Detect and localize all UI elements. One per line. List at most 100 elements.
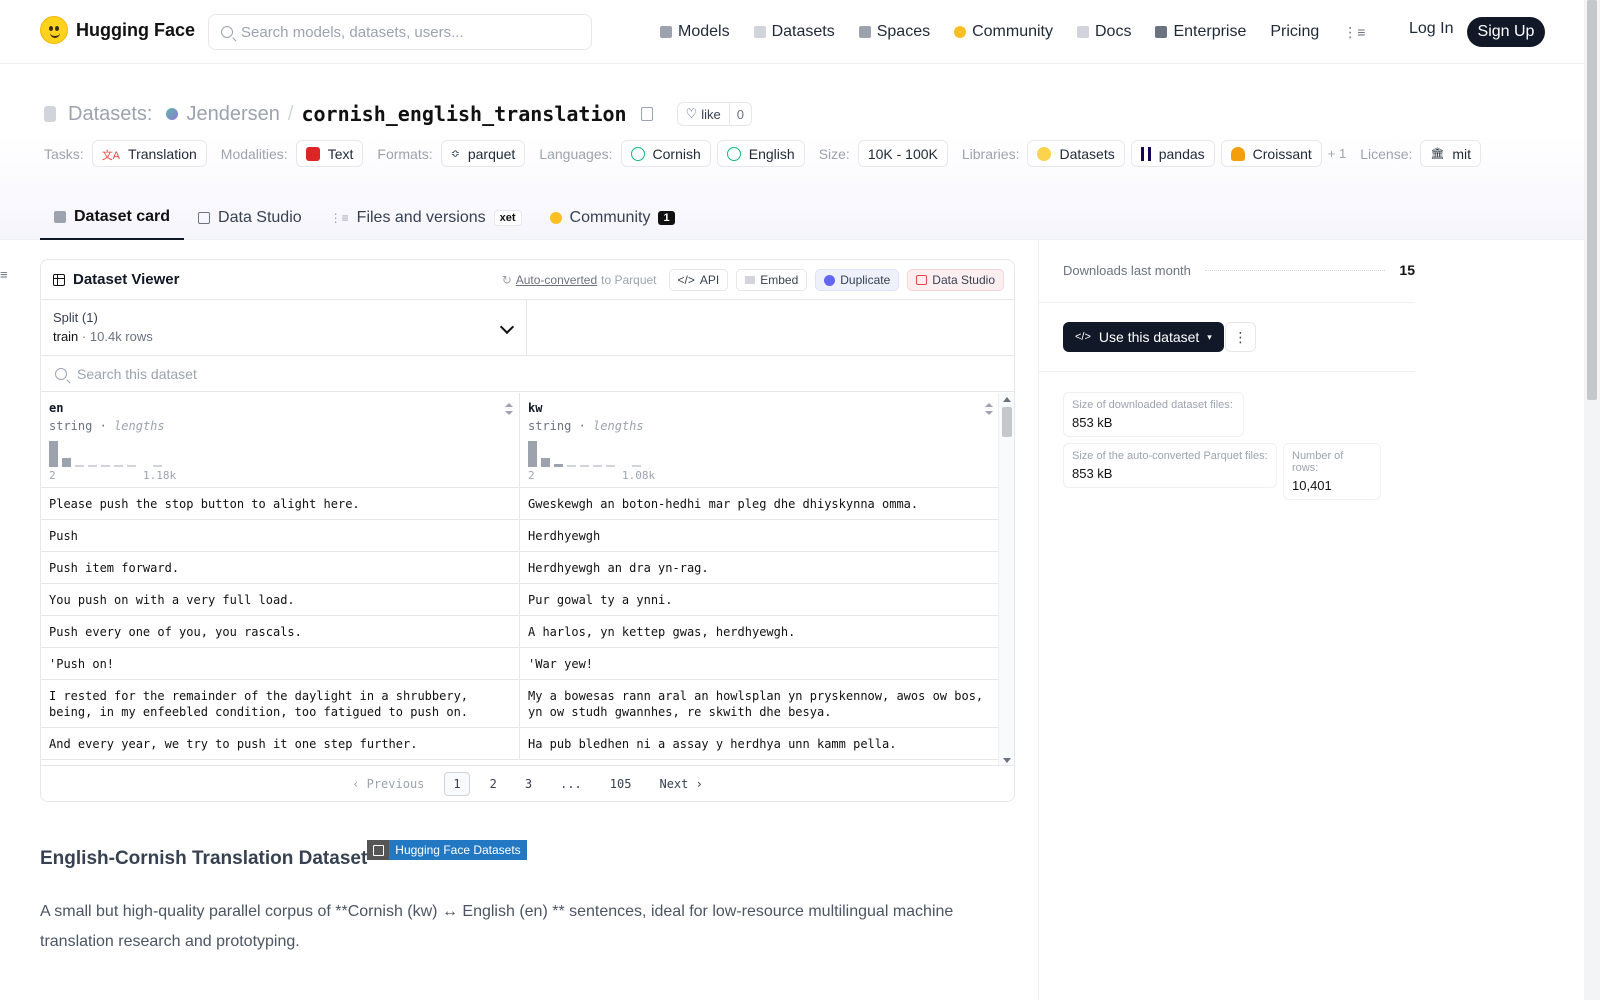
data-studio-button[interactable]: Data Studio [907,269,1004,291]
table-row[interactable]: Push every one of you, you rascals. A har… [41,616,999,648]
embed-button[interactable]: Embed [736,269,808,291]
tag-croissant[interactable]: Croissant [1220,140,1322,167]
hf-datasets-badge[interactable]: Hugging Face Datasets [367,840,527,860]
cell-en[interactable]: Please push the stop button to alight he… [41,488,520,519]
viewer-actions: ↻ Auto-converted to Parquet </> API Embed D… [502,269,1004,291]
table-row[interactable]: Please push the stop button to alight he… [41,488,999,520]
nav-spaces[interactable]: Spaces [858,23,930,41]
cell-en[interactable]: I rested for the remainder of the daylig… [41,680,520,727]
scroll-thumb[interactable] [1002,407,1012,437]
scroll-down-icon[interactable] [1003,758,1011,763]
table-row[interactable]: And every year, we try to push it one st… [41,728,999,760]
table-scrollbar[interactable] [998,393,1014,767]
cell-kw[interactable]: 'War yew! [520,648,999,679]
previous-page[interactable]: ‹ Previous [344,773,432,795]
tag-text: 10K - 100K [867,145,938,162]
logo[interactable]: Hugging Face [40,16,195,44]
cell-en[interactable]: Push [41,520,520,551]
column-header-en[interactable]: en string · lengths 2 1.18k [41,393,520,488]
tag-text-modality[interactable]: Text [295,140,364,167]
cell-en[interactable]: 'Push on! [41,648,520,679]
tag-translation[interactable]: 文A Translation [91,140,207,167]
nav-enterprise[interactable]: Enterprise [1155,23,1246,41]
search-box[interactable] [208,14,592,50]
cell-kw[interactable]: Gweskewgh an boton-hedhi mar pleg dhe dh… [520,488,999,519]
section-link[interactable]: Datasets: [68,103,152,126]
nav-community[interactable]: Community [954,23,1053,41]
tasks-label: Tasks: [44,145,84,162]
tag-datasets-lib[interactable]: Datasets [1027,140,1125,167]
search-icon [55,367,67,380]
user-avatar[interactable] [166,108,179,120]
tag-size[interactable]: 10K - 100K [857,140,948,167]
cell-en[interactable]: Push every one of you, you rascals. [41,616,520,647]
auto-converted-link[interactable]: Auto-converted [516,273,597,287]
nav-docs[interactable]: Docs [1077,23,1131,41]
translation-icon: 文A [101,149,121,162]
cell-kw[interactable]: Ha pub bledhen ni a assay y herdhya unn … [520,728,999,759]
cell-en[interactable]: You push on with a very full load. [41,584,520,615]
tab-files[interactable]: ⋮≡ Files and versions xet [316,196,536,240]
tab-dataset-card[interactable]: Dataset card [40,196,185,240]
table-row[interactable]: You push on with a very full load. Pur go… [41,584,999,616]
nav-pricing[interactable]: Pricing [1270,23,1319,41]
like-label: like [701,106,721,122]
tag-parquet[interactable]: ≎ parquet [440,140,526,167]
api-button[interactable]: </> API [668,269,729,291]
more-options-button[interactable]: ⋮ [1225,322,1256,352]
tag-pandas[interactable]: pandas [1130,140,1215,167]
page-2[interactable]: 2 [482,773,505,795]
license-icon: 🏛 [1430,148,1445,160]
pagination: ‹ Previous 1 2 3 ... 105 Next › [41,765,1014,801]
page-last[interactable]: 105 [602,773,640,795]
more-libraries[interactable]: + 1 [1328,146,1346,161]
nav-datasets[interactable]: Datasets [753,23,835,41]
cell-kw[interactable]: Pur gowal ty a ynni. [520,584,999,615]
nav-more-menu[interactable]: ⋮≡ [1343,24,1365,41]
cell-kw[interactable]: Herdhyewgh [520,520,999,551]
like-count: 0 [736,106,744,122]
dataset-search-input[interactable] [77,365,577,382]
split-selector[interactable]: Split (1) train · 10.4k rows [41,300,527,356]
sort-icon[interactable] [505,403,513,415]
to-parquet-text: to Parquet [601,273,657,287]
cell-en[interactable]: Push item forward. [41,552,520,583]
use-dataset-button[interactable]: </> Use this dataset ▾ [1063,322,1224,352]
scroll-up-icon[interactable] [1003,397,1011,402]
signup-button[interactable]: Sign Up [1467,17,1545,47]
sort-icon[interactable] [985,403,993,415]
page-scroll-thumb[interactable] [1587,0,1597,400]
table-row[interactable]: 'Push on! 'War yew! [41,648,999,680]
cell-kw[interactable]: Herdhyewgh an dra yn-rag. [520,552,999,583]
table-row[interactable]: Push Herdhyewgh [41,520,999,552]
tab-data-studio[interactable]: Data Studio [184,196,316,240]
table-row[interactable]: I rested for the remainder of the daylig… [41,680,999,728]
tag-cornish[interactable]: Cornish [620,140,711,167]
login-link[interactable]: Log In [1409,20,1453,38]
cell-en[interactable]: And every year, we try to push it one st… [41,728,520,759]
tab-label: Dataset card [74,208,171,225]
search-input[interactable] [241,23,571,41]
table-row[interactable]: Push item forward. Herdhyewgh an dra yn-r… [41,552,999,584]
duplicate-button[interactable]: Duplicate [815,269,900,291]
tag-english[interactable]: English [716,140,805,167]
page-scrollbar[interactable] [1584,0,1600,1000]
sidebar-toggle-icon[interactable] [0,266,10,276]
tag-text: Datasets [1059,145,1115,162]
dataset-viewer: Dataset Viewer ↻ Auto-converted to Parquet… [40,259,1015,802]
like-button[interactable]: ♡ like 0 [676,102,752,126]
next-page[interactable]: Next › [651,773,710,795]
column-header-kw[interactable]: kw string · lengths 2 1.08k [520,393,999,488]
cell-kw[interactable]: A harlos, yn kettep gwas, herdhyewgh. [520,616,999,647]
page-1[interactable]: 1 [444,771,470,796]
page-3[interactable]: 3 [517,773,540,795]
tag-license[interactable]: 🏛 mit [1420,140,1482,167]
copy-icon[interactable] [640,107,653,121]
owner-link[interactable]: Jendersen [186,103,279,126]
cell-kw[interactable]: My a bowesas rann aral an howlsplan yn p… [520,680,999,727]
split-row: Split (1) train · 10.4k rows [41,300,1014,356]
tab-community[interactable]: Community 1 [536,196,689,240]
repo-name[interactable]: cornish_english_translation [301,102,626,126]
dataset-search[interactable] [41,356,1014,392]
nav-models[interactable]: Models [660,23,730,41]
